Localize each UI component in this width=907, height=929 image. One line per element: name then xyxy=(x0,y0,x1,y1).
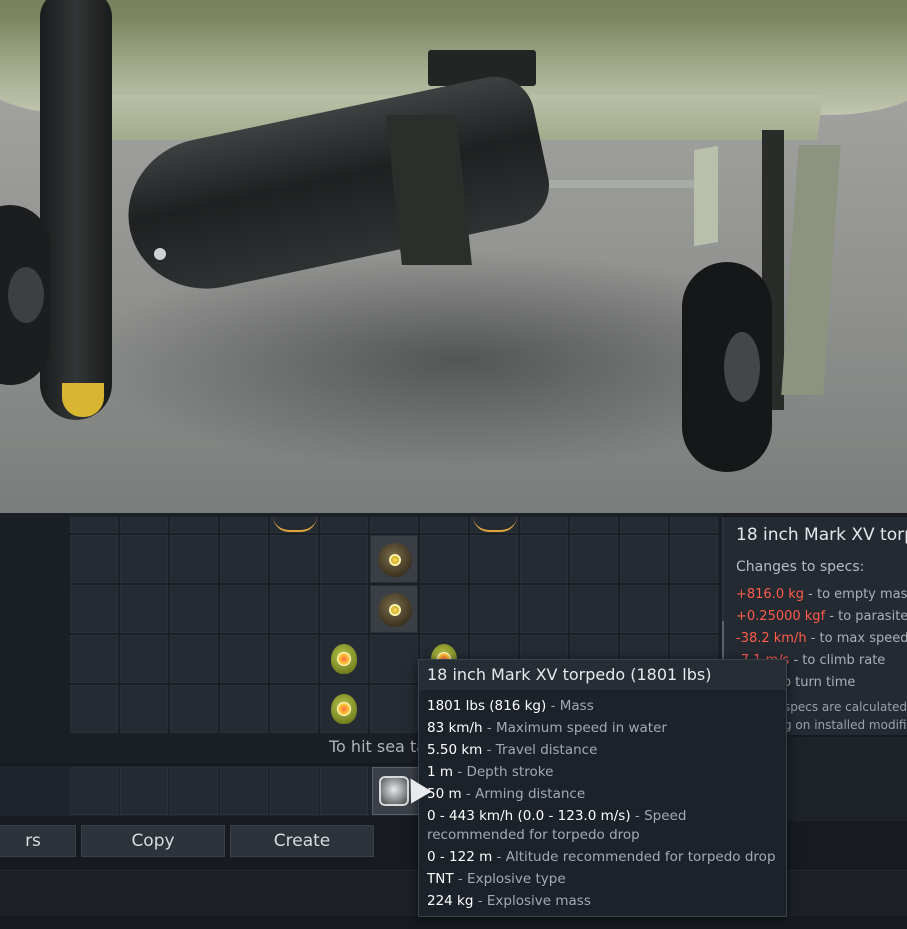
slot-cell[interactable] xyxy=(220,585,268,633)
slot-cell[interactable] xyxy=(220,517,268,533)
slot-cell[interactable] xyxy=(270,517,318,533)
slot-cell[interactable] xyxy=(620,535,668,583)
presets-button[interactable]: rs xyxy=(0,825,76,857)
spec-row: 224 kg - Explosive mass xyxy=(427,893,591,909)
torpedo-fin xyxy=(694,145,718,247)
spec-row: 83 km/h - Maximum speed in water xyxy=(427,720,667,736)
slot-cell[interactable] xyxy=(320,585,368,633)
slot-cell[interactable] xyxy=(320,685,368,733)
slot-cell[interactable] xyxy=(470,517,518,533)
slot-cell[interactable] xyxy=(520,585,568,633)
copy-button[interactable]: Copy xyxy=(81,825,225,857)
slot-cell[interactable] xyxy=(420,585,468,633)
torpedo-tooltip: 18 inch Mark XV torpedo (1801 lbs) 1801 … xyxy=(418,659,787,917)
spec-row: 1801 lbs (816 kg) - Mass xyxy=(427,698,594,714)
spec-change-row: -38.2 km/h - to max speed xyxy=(736,631,907,646)
create-button[interactable]: Create xyxy=(230,825,374,857)
bomb-icon xyxy=(378,543,412,577)
info-note: g on installed modific xyxy=(784,718,907,732)
slot-cell[interactable] xyxy=(320,635,368,683)
slot-cell[interactable] xyxy=(270,535,318,583)
slot-cell[interactable] xyxy=(170,635,218,683)
slot-cell[interactable] xyxy=(220,635,268,683)
left-strip xyxy=(0,513,70,733)
torpedo-rack-rod xyxy=(540,180,700,188)
left-landing-wheel xyxy=(0,205,50,385)
green-bomb-icon xyxy=(331,694,357,724)
slot-cell[interactable] xyxy=(620,585,668,633)
weapon-hint-text: To hit sea ta xyxy=(329,737,427,756)
slot-cell[interactable] xyxy=(120,685,168,733)
info-note: specs are calculated fo xyxy=(784,700,907,714)
slot-cell[interactable] xyxy=(370,585,418,633)
slot-cell[interactable] xyxy=(670,517,718,533)
wheel-hub xyxy=(724,332,760,402)
changes-label: Changes to specs: xyxy=(736,559,865,575)
rocket-arc-icon xyxy=(473,516,517,532)
slot-cell[interactable] xyxy=(320,767,368,815)
slot-cell[interactable] xyxy=(270,585,318,633)
slot-cell[interactable] xyxy=(270,685,318,733)
slot-cell[interactable] xyxy=(270,635,318,683)
slot-cell[interactable] xyxy=(370,535,418,583)
right-landing-wheel xyxy=(682,262,772,472)
spec-row: TNT - Explosive type xyxy=(427,871,566,887)
slot-cell[interactable] xyxy=(570,585,618,633)
bomb-icon xyxy=(378,593,412,627)
slot-cell[interactable] xyxy=(70,517,118,533)
spec-change-row: +0.25000 kgf - to parasite d xyxy=(736,609,907,624)
slot-cell[interactable] xyxy=(120,517,168,533)
slot-cell[interactable] xyxy=(270,767,318,815)
spec-row: 50 m - Arming distance xyxy=(427,786,586,802)
slot-cell[interactable] xyxy=(570,517,618,533)
slot-cell[interactable] xyxy=(220,767,268,815)
slot-cell[interactable] xyxy=(520,517,568,533)
aircraft-3d-view[interactable] xyxy=(0,0,907,513)
slot-cell[interactable] xyxy=(70,535,118,583)
green-bomb-icon xyxy=(331,644,357,674)
slot-cell[interactable] xyxy=(520,535,568,583)
slot-cell[interactable] xyxy=(170,517,218,533)
rocket-arc-icon xyxy=(273,516,317,532)
slot-cell[interactable] xyxy=(420,517,468,533)
slot-cell[interactable] xyxy=(620,517,668,533)
slot-cell[interactable] xyxy=(220,685,268,733)
slot-cell[interactable] xyxy=(170,535,218,583)
slot-cell[interactable] xyxy=(70,767,118,815)
spec-row: 1 m - Depth stroke xyxy=(427,764,554,780)
slot-cell[interactable] xyxy=(120,585,168,633)
slot-cell[interactable] xyxy=(170,767,218,815)
slot-cell[interactable] xyxy=(420,535,468,583)
slot-cell[interactable] xyxy=(120,535,168,583)
slot-cell[interactable] xyxy=(220,535,268,583)
torpedo-nose xyxy=(154,248,166,260)
tooltip-title: 18 inch Mark XV torpedo (1801 lbs) xyxy=(427,665,712,684)
slot-cell[interactable] xyxy=(70,585,118,633)
slot-cell[interactable] xyxy=(670,585,718,633)
spec-row: 0 - 443 km/h (0.0 - 123.0 m/s) - Speed r… xyxy=(427,808,687,843)
info-panel-title: 18 inch Mark XV torpedo xyxy=(736,525,907,545)
slot-cell[interactable] xyxy=(320,535,368,583)
spec-row: 5.50 km - Travel distance xyxy=(427,742,598,758)
slot-cell[interactable] xyxy=(170,685,218,733)
slot-cell[interactable] xyxy=(370,685,418,733)
slot-cell[interactable] xyxy=(470,535,518,583)
slot-cell[interactable] xyxy=(320,517,368,533)
tooltip-header: 18 inch Mark XV torpedo (1801 lbs) xyxy=(419,660,786,690)
slot-cell[interactable] xyxy=(120,635,168,683)
spec-change-row: to turn time xyxy=(778,675,856,690)
propeller-blade xyxy=(40,0,112,420)
wheel-hub xyxy=(8,267,44,323)
spec-change-row: +816.0 kg - to empty mass xyxy=(736,587,907,602)
slot-cell[interactable] xyxy=(120,767,168,815)
slot-cell[interactable] xyxy=(170,585,218,633)
slot-cell[interactable] xyxy=(70,635,118,683)
slot-cell[interactable] xyxy=(570,535,618,583)
slot-cell[interactable] xyxy=(370,517,418,533)
slot-cell[interactable] xyxy=(370,635,418,683)
spec-row: 0 - 122 m - Altitude recommended for tor… xyxy=(427,849,776,865)
slot-cell[interactable] xyxy=(470,585,518,633)
slot-cell[interactable] xyxy=(670,535,718,583)
slot-cell[interactable] xyxy=(70,685,118,733)
